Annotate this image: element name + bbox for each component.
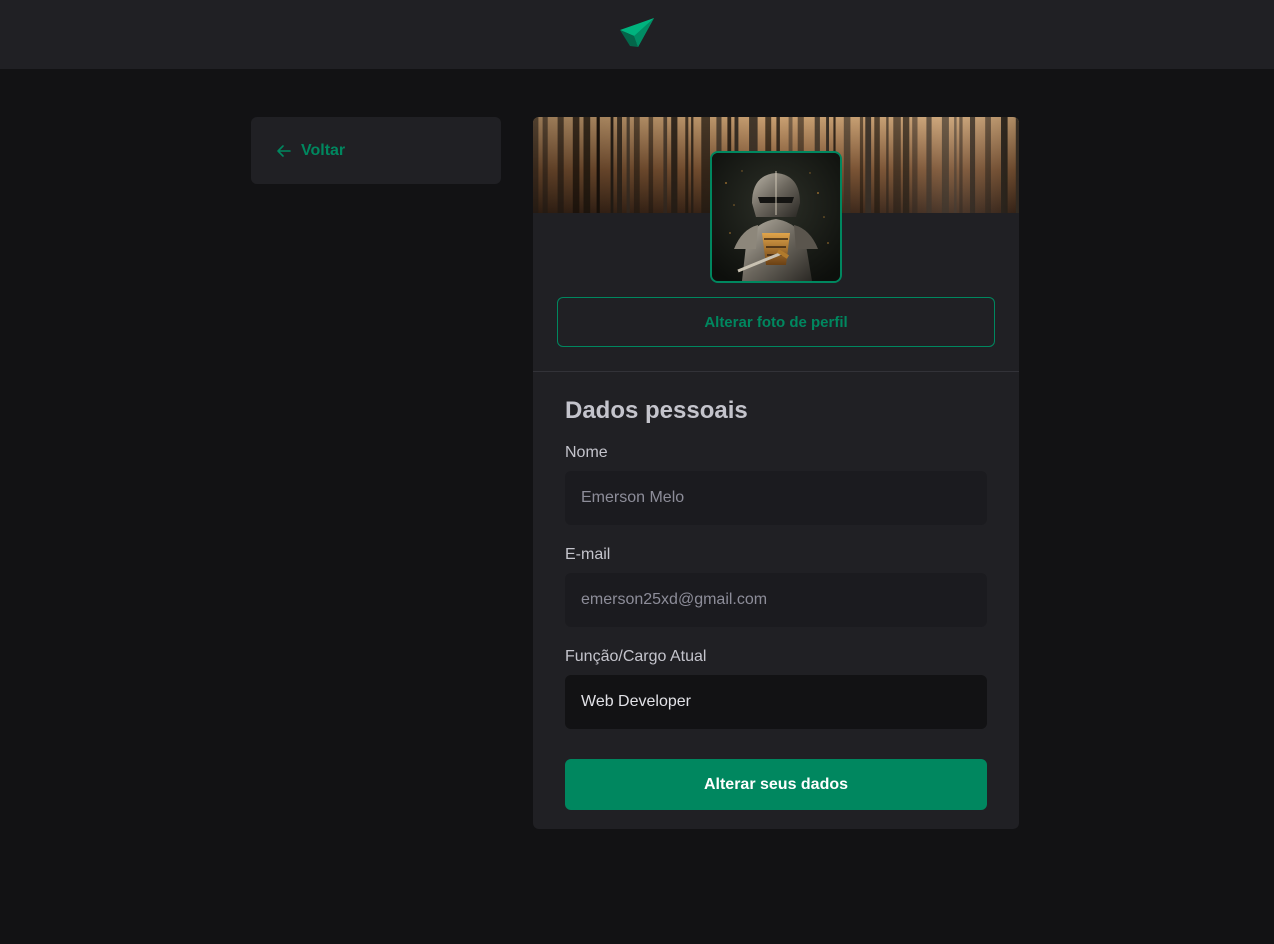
back-label: Voltar — [301, 141, 346, 159]
role-field[interactable] — [565, 675, 987, 729]
avatar[interactable] — [710, 151, 842, 283]
back-button[interactable]: Voltar — [251, 117, 501, 184]
paper-plane-logo-icon[interactable] — [619, 16, 655, 50]
section-divider — [533, 371, 1019, 372]
email-label: E-mail — [565, 546, 611, 563]
name-label: Nome — [565, 444, 608, 461]
profile-card: Alterar foto de perfil Dados pessoais No… — [533, 117, 1019, 829]
personal-data-form: Dados pessoais Nome E-mail Função/Cargo … — [565, 395, 987, 810]
email-field[interactable] — [565, 573, 987, 627]
top-bar — [0, 0, 1274, 69]
role-label: Função/Cargo Atual — [565, 648, 707, 665]
form-title: Dados pessoais — [565, 397, 748, 424]
arrow-left-icon — [277, 144, 291, 157]
change-photo-button[interactable]: Alterar foto de perfil — [557, 297, 995, 347]
submit-button[interactable]: Alterar seus dados — [565, 759, 987, 810]
name-field[interactable] — [565, 471, 987, 525]
